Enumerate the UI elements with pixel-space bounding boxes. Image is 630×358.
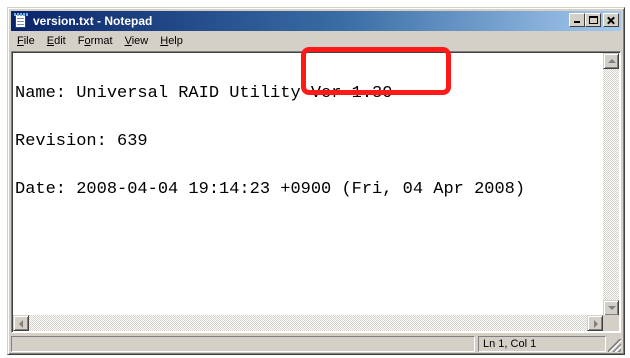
menu-format-label: rmat	[90, 35, 113, 47]
window-controls	[569, 13, 619, 27]
status-bar: Ln 1, Col 1	[11, 336, 621, 352]
menu-edit-accel: E	[46, 35, 55, 47]
scroll-up-button[interactable]	[603, 53, 619, 69]
arrow-left-icon	[19, 320, 23, 328]
status-main-pane	[11, 336, 475, 352]
scrollbar-corner	[603, 315, 619, 331]
title-bar[interactable]: version.txt - Notepad	[11, 11, 621, 31]
maximize-button[interactable]	[585, 13, 601, 27]
horizontal-scrollbar[interactable]	[13, 315, 603, 331]
arrow-right-icon	[594, 320, 598, 328]
highlight-annotation	[301, 47, 451, 95]
menu-help[interactable]: Help	[154, 32, 189, 50]
menu-edit-label: dit	[54, 35, 66, 47]
menu-file[interactable]: File	[11, 32, 41, 50]
menu-view-label: iew	[131, 35, 149, 47]
scroll-left-button[interactable]	[13, 315, 29, 331]
menu-help-label: elp	[168, 35, 183, 47]
menu-file-label: ile	[23, 35, 35, 47]
menu-help-accel: H	[160, 35, 169, 47]
arrow-down-icon	[608, 306, 616, 310]
minimize-button[interactable]	[569, 13, 585, 27]
arrow-up-icon	[608, 59, 616, 63]
menu-edit[interactable]: Edit	[41, 32, 72, 50]
minimize-icon	[570, 14, 584, 26]
window-title: version.txt - Notepad	[33, 14, 153, 28]
close-button[interactable]	[603, 13, 619, 27]
menu-view-accel: V	[124, 35, 132, 47]
maximize-icon	[586, 14, 600, 26]
close-icon	[604, 14, 618, 26]
document-line: Revision: 639	[15, 132, 148, 151]
scroll-right-button[interactable]	[587, 315, 603, 331]
notepad-icon[interactable]	[13, 13, 29, 29]
cursor-position: Ln 1, Col 1	[478, 336, 606, 352]
resize-grip-icon[interactable]	[608, 339, 621, 352]
menu-file-accel: F	[17, 35, 24, 47]
document-line: Date: 2008-04-04 19:14:23 +0900 (Fri, 04…	[15, 180, 526, 199]
menu-view[interactable]: View	[119, 32, 155, 50]
menu-format[interactable]: Format	[72, 32, 119, 50]
scroll-down-button[interactable]	[603, 300, 619, 316]
vertical-scrollbar[interactable]	[603, 53, 619, 316]
